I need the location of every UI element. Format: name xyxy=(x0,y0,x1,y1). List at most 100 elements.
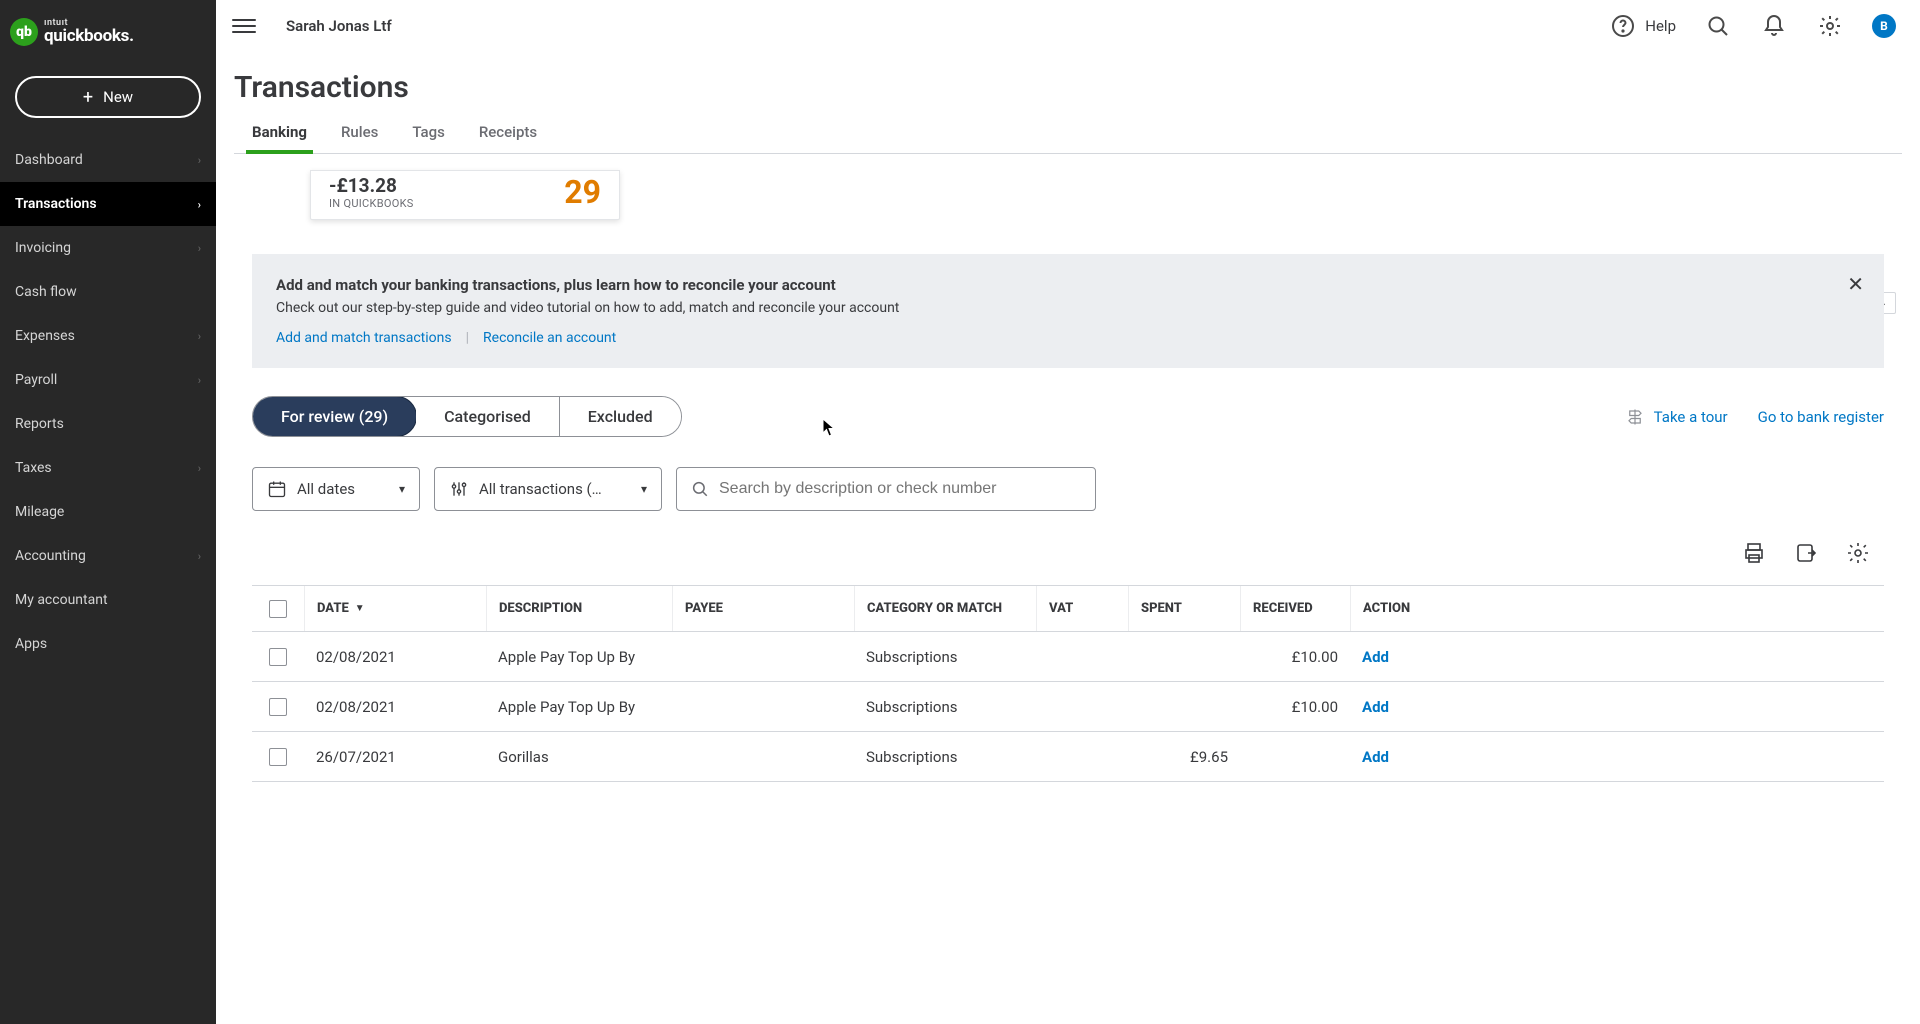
tabs: Banking Rules Tags Receipts xyxy=(234,123,1902,154)
table-row[interactable]: 02/08/2021Apple Pay Top Up BySubscriptio… xyxy=(252,682,1884,732)
help-button[interactable]: Help xyxy=(1609,12,1676,40)
chevron-right-icon: › xyxy=(198,198,201,211)
search-icon[interactable] xyxy=(1704,12,1732,40)
sidebar-item-label: Reports xyxy=(15,416,64,432)
add-button[interactable]: Add xyxy=(1362,648,1389,666)
tab-receipts[interactable]: Receipts xyxy=(479,123,537,153)
sidebar-item-invoicing[interactable]: Invoicing› xyxy=(0,226,216,270)
page-title: Transactions xyxy=(234,52,1902,123)
table-header: DATE▼ DESCRIPTION PAYEE CATEGORY OR MATC… xyxy=(252,586,1884,632)
sidebar-item-label: Taxes xyxy=(15,460,52,476)
segment-categorised[interactable]: Categorised xyxy=(416,397,560,436)
cell-description: Gorillas xyxy=(486,748,672,766)
sidebar-item-reports[interactable]: Reports xyxy=(0,402,216,446)
bank-register-link[interactable]: Go to bank register xyxy=(1758,408,1884,426)
table-tools xyxy=(234,539,1872,567)
segment-for-review[interactable]: For review (29) xyxy=(252,396,417,437)
row-checkbox[interactable] xyxy=(269,648,287,666)
take-tour-label: Take a tour xyxy=(1654,408,1728,426)
chevron-right-icon: › xyxy=(198,330,201,343)
cell-received: £10.00 xyxy=(1240,698,1350,716)
col-description[interactable]: DESCRIPTION xyxy=(486,586,672,631)
info-panel: ✕ Add and match your banking transaction… xyxy=(252,254,1884,368)
cell-category: Subscriptions xyxy=(854,748,1036,766)
bell-icon[interactable] xyxy=(1760,12,1788,40)
col-spent[interactable]: SPENT xyxy=(1128,586,1240,631)
info-link-reconcile[interactable]: Reconcile an account xyxy=(483,330,616,346)
sidebar-item-apps[interactable]: Apps xyxy=(0,622,216,666)
topbar: Sarah Jonas Ltf Help B xyxy=(216,0,1920,52)
tab-rules[interactable]: Rules xyxy=(341,123,378,153)
chevron-right-icon: › xyxy=(198,374,201,387)
sidebar-item-transactions[interactable]: Transactions› xyxy=(0,182,216,226)
sidebar-item-my-accountant[interactable]: My accountant xyxy=(0,578,216,622)
cell-date: 02/08/2021 xyxy=(304,648,486,666)
sidebar-item-dashboard[interactable]: Dashboard› xyxy=(0,138,216,182)
take-tour-link[interactable]: Take a tour xyxy=(1624,408,1728,426)
date-filter-label: All dates xyxy=(297,480,355,498)
gear-icon[interactable] xyxy=(1816,12,1844,40)
transaction-filter-dropdown[interactable]: All transactions (… ▾ xyxy=(434,467,662,511)
sidebar-item-expenses[interactable]: Expenses› xyxy=(0,314,216,358)
cell-description: Apple Pay Top Up By xyxy=(486,698,672,716)
sidebar-item-cash-flow[interactable]: Cash flow xyxy=(0,270,216,314)
company-name: Sarah Jonas Ltf xyxy=(286,17,392,35)
segment-excluded[interactable]: Excluded xyxy=(560,397,681,436)
tab-tags[interactable]: Tags xyxy=(412,123,444,153)
cell-action: Add xyxy=(1350,648,1460,666)
plus-icon: + xyxy=(83,87,93,108)
add-button[interactable]: Add xyxy=(1362,748,1389,766)
col-payee[interactable]: PAYEE xyxy=(672,586,854,631)
print-icon[interactable] xyxy=(1740,539,1768,567)
tab-banking[interactable]: Banking xyxy=(252,123,307,153)
row-select-cell xyxy=(252,698,304,716)
row-select-cell xyxy=(252,748,304,766)
select-all-cell xyxy=(252,586,304,631)
table-row[interactable]: 26/07/2021Gorillas Subscriptions £9.65 Add xyxy=(252,732,1884,782)
table-row[interactable]: 02/08/2021Apple Pay Top Up By Subscriptio… xyxy=(252,632,1884,682)
close-icon[interactable]: ✕ xyxy=(1847,272,1864,296)
avatar[interactable]: B xyxy=(1872,14,1896,38)
search-box[interactable] xyxy=(676,467,1096,511)
select-all-checkbox[interactable] xyxy=(269,600,287,618)
col-action[interactable]: ACTION xyxy=(1350,586,1460,631)
sidebar-item-label: Mileage xyxy=(15,504,64,520)
export-icon[interactable] xyxy=(1792,539,1820,567)
add-button[interactable]: Add xyxy=(1362,698,1389,716)
topbar-right: Help B xyxy=(1609,12,1896,40)
sidebar-item-label: Invoicing xyxy=(15,240,71,256)
sidebar-item-mileage[interactable]: Mileage xyxy=(0,490,216,534)
signpost-icon xyxy=(1624,408,1646,426)
info-link-add-match[interactable]: Add and match transactions xyxy=(276,330,452,346)
date-filter-dropdown[interactable]: All dates ▾ xyxy=(252,467,420,511)
hamburger-icon[interactable] xyxy=(232,14,256,38)
sidebar-item-label: Accounting xyxy=(15,548,86,564)
row-checkbox[interactable] xyxy=(269,698,287,716)
sidebar-item-payroll[interactable]: Payroll› xyxy=(0,358,216,402)
col-date[interactable]: DATE▼ xyxy=(304,586,486,631)
sliders-icon xyxy=(449,479,469,499)
table-settings-icon[interactable] xyxy=(1844,539,1872,567)
info-subtitle: Check out our step-by-step guide and vid… xyxy=(276,300,1860,316)
cell-received: £10.00 xyxy=(1240,648,1350,666)
col-received[interactable]: RECEIVED xyxy=(1240,586,1350,631)
logo-product: quickbooks. xyxy=(44,28,134,45)
cell-spent: £9.65 xyxy=(1128,748,1240,766)
new-button[interactable]: + New xyxy=(15,76,201,118)
row-checkbox[interactable] xyxy=(269,748,287,766)
cell-description: Apple Pay Top Up By xyxy=(486,648,672,666)
transactions-table: DATE▼ DESCRIPTION PAYEE CATEGORY OR MATC… xyxy=(252,585,1884,782)
info-title: Add and match your banking transactions,… xyxy=(276,276,1860,294)
col-category[interactable]: CATEGORY OR MATCH xyxy=(854,586,1036,631)
sidebar-item-taxes[interactable]: Taxes› xyxy=(0,446,216,490)
search-input[interactable] xyxy=(719,480,1081,498)
cell-category: Subscriptions xyxy=(854,648,1036,666)
col-vat[interactable]: VAT xyxy=(1036,586,1128,631)
new-button-label: New xyxy=(103,88,133,106)
cell-date: 26/07/2021 xyxy=(304,748,486,766)
logo-icon: qb xyxy=(10,18,38,46)
separator: | xyxy=(466,330,469,346)
calendar-icon xyxy=(267,479,287,499)
sidebar-item-label: My accountant xyxy=(15,592,108,608)
sidebar-item-accounting[interactable]: Accounting› xyxy=(0,534,216,578)
